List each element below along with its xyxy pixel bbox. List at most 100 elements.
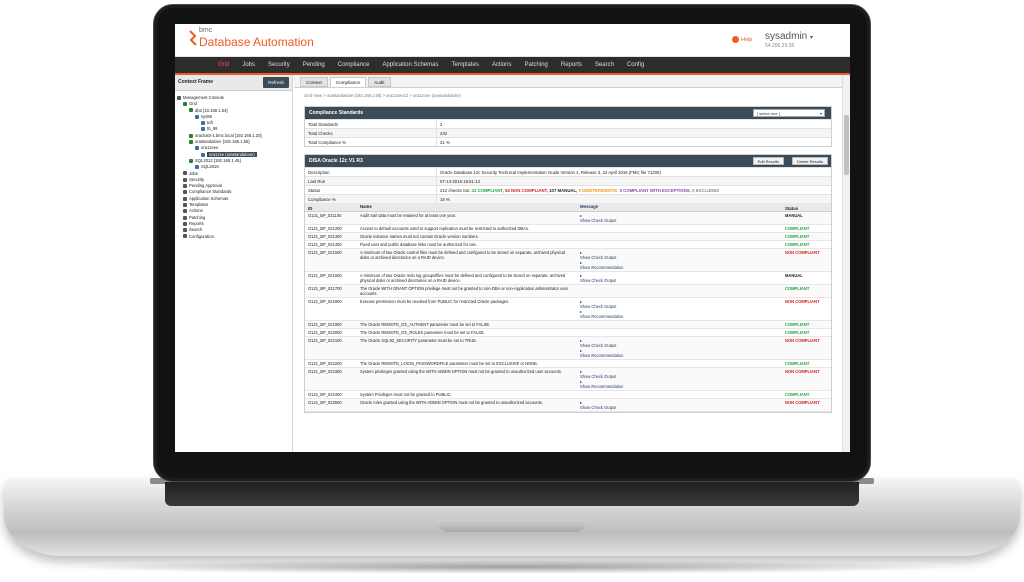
show-link-label: Show Check Output — [580, 405, 617, 410]
tree-node-label: Pending Approval — [189, 183, 222, 189]
nav-item-pending[interactable]: Pending — [303, 62, 325, 68]
compliance-value: 19 % — [440, 197, 450, 202]
tree-node-icon — [177, 95, 181, 100]
tree-node-icon — [189, 108, 193, 113]
tree-node-label: oraclustr-1.bmc.local [192.168.1.20] — [195, 132, 262, 138]
nav-item-grid[interactable]: Grid — [218, 62, 229, 68]
status-badge: MANUAL — [785, 273, 803, 278]
tab-compliance[interactable]: Compliance — [329, 77, 367, 87]
standards-row-label: Total Checks — [305, 129, 437, 137]
status-badge: NON COMPLIANT — [785, 299, 820, 304]
help-link[interactable]: Help — [732, 36, 752, 43]
tree-node-icon — [195, 114, 199, 119]
status-badge: COMPLIANT — [785, 392, 810, 397]
scrollbar-thumb[interactable] — [844, 115, 849, 175]
nav-item-compliance[interactable]: Compliance — [338, 62, 370, 68]
table-row: O121_BP_021600 A minimum of two Oracle re… — [305, 272, 831, 285]
show-link[interactable]: ▸ Show Recommendation — [580, 379, 779, 389]
table-row: O121_BP_021100 Audit trail data must be r… — [305, 212, 831, 225]
check-name: Oracle roles granted using the WITH ADMI… — [360, 400, 543, 405]
check-message — [577, 360, 782, 367]
check-name: A minimum of two Oracle redo log groups/… — [360, 273, 566, 283]
status-badge: NON COMPLIANT — [785, 400, 820, 405]
show-link-label: Show Check Output — [580, 278, 617, 283]
nav-item-search[interactable]: Search — [595, 62, 614, 68]
nav-item-security[interactable]: Security — [268, 62, 290, 68]
tree-node[interactable]: Configuration — [177, 234, 290, 240]
description-row: Description Oracle Database 12c Security … — [305, 167, 831, 176]
nav-item-reports[interactable]: Reports — [561, 62, 582, 68]
show-link[interactable]: ▸ Show Check Output — [580, 400, 779, 410]
last-run-label: Last Run — [305, 177, 437, 185]
check-id: O121_BP_022000 — [308, 330, 342, 335]
show-link[interactable]: ▸ Show Recommendation — [580, 348, 779, 358]
check-id: O121_BP_021100 — [308, 213, 342, 218]
status-badge: COMPLIANT — [785, 330, 810, 335]
check-name: The Oracle WITH GRANT OPTION privilege m… — [360, 286, 569, 296]
standard-select[interactable]: [ select one ] ▾ — [753, 109, 825, 117]
status-badge: COMPLIANT — [785, 242, 810, 247]
tree-node-label: Patching — [189, 214, 206, 220]
tree-node-label: Reports — [189, 220, 204, 226]
check-name: The Oracle SQL92_SECURITY parameter must… — [360, 338, 478, 343]
laptop-keybed — [165, 482, 859, 506]
check-id: O121_BP_022100 — [308, 338, 342, 343]
column-header-id: ID — [308, 206, 313, 211]
check-message: ▸ Show Check Output ▸ Show Recommendation — [577, 368, 782, 390]
product-name: Database Automation — [199, 35, 314, 49]
column-header-message: Message — [580, 204, 599, 209]
check-message — [577, 391, 782, 398]
tree-node-icon — [189, 158, 193, 163]
checks-table: ID Name Message Status O121_BP_021100 Audit … — [304, 203, 832, 413]
edit-results-button[interactable]: Edit Results — [752, 157, 784, 165]
table-row: O121_BP_021500 A minimum of two Oracle co… — [305, 249, 831, 272]
compliance-standards-panel: Compliance Standards [ select one ] ▾ Tot… — [304, 106, 832, 147]
tree-node-label: Jobs — [189, 170, 198, 176]
show-link[interactable]: ▸ Show Check Output — [580, 369, 779, 379]
show-link[interactable]: ▸ Show Check Output — [580, 338, 779, 348]
description-label: Description — [305, 168, 437, 176]
context-frame-title: Context Frame — [178, 79, 214, 85]
check-message: ▸ Show Check Output ▸ Show Recommendation — [577, 337, 782, 359]
tree-node-icon — [201, 127, 205, 132]
check-name: System privileges granted using the WITH… — [360, 369, 563, 374]
compliance-standards-header: Compliance Standards [ select one ] ▾ — [305, 107, 831, 119]
check-name: System Privileges must not be granted to… — [360, 392, 452, 397]
check-id: O121_BP_021800 — [308, 299, 342, 304]
user-name: sysadmin — [765, 31, 808, 42]
laptop-notch — [438, 520, 586, 532]
status-badge: COMPLIANT — [785, 322, 810, 327]
content-tabs: Context Compliance Audit — [294, 75, 842, 88]
nav-item-templates[interactable]: Templates — [451, 62, 478, 68]
main-scrollbar[interactable] — [842, 75, 850, 452]
nav-item-application-schemas[interactable]: Application Schemas — [382, 62, 438, 68]
nav-item-patching[interactable]: Patching — [525, 62, 548, 68]
status-badge: COMPLIANT — [785, 361, 810, 366]
chevron-down-icon: ▾ — [810, 35, 814, 41]
show-link[interactable]: ▸ Show Check Output — [580, 250, 779, 260]
table-row: O121_BP_022200 The Oracle REMOTE_LOGIN_PA… — [305, 360, 831, 368]
show-link[interactable]: ▸ Show Recommendation — [580, 260, 779, 270]
nav-item-jobs[interactable]: Jobs — [242, 62, 255, 68]
show-link-label: Show Recommendation — [580, 314, 624, 319]
status-badge: NON COMPLIANT — [785, 369, 820, 374]
nav-item-actions[interactable]: Actions — [492, 62, 512, 68]
status-badge: NON COMPLIANT — [785, 338, 820, 343]
show-link[interactable]: ▸ Show Recommendation — [580, 309, 779, 319]
tab-context[interactable]: Context — [300, 77, 328, 87]
tab-audit[interactable]: Audit — [368, 77, 391, 87]
check-name: Execute permission must be revoked from … — [360, 299, 510, 304]
user-menu[interactable]: sysadmin ▾ — [765, 31, 813, 42]
disa-header: DISA Oracle 12c V1 R3 Edit Results Delet… — [305, 155, 831, 167]
delete-results-button[interactable]: Delete Results — [791, 157, 828, 165]
last-run-value: 07-14-2016 15:51:13 — [440, 179, 480, 184]
show-link[interactable]: ▸ Show Check Output — [580, 213, 779, 223]
tree-node-label: Templates — [189, 202, 209, 208]
show-link[interactable]: ▸ Show Check Output — [580, 299, 779, 309]
context-tree: Management Console Grid db2 [10.168.1.54] s… — [175, 91, 292, 244]
refresh-button[interactable]: Refresh — [263, 77, 289, 88]
status-badge: MANUAL — [785, 213, 803, 218]
show-link[interactable]: ▸ Show Check Output — [580, 273, 779, 283]
nav-item-config[interactable]: Config — [627, 62, 644, 68]
status-badge: COMPLIANT — [785, 286, 810, 291]
